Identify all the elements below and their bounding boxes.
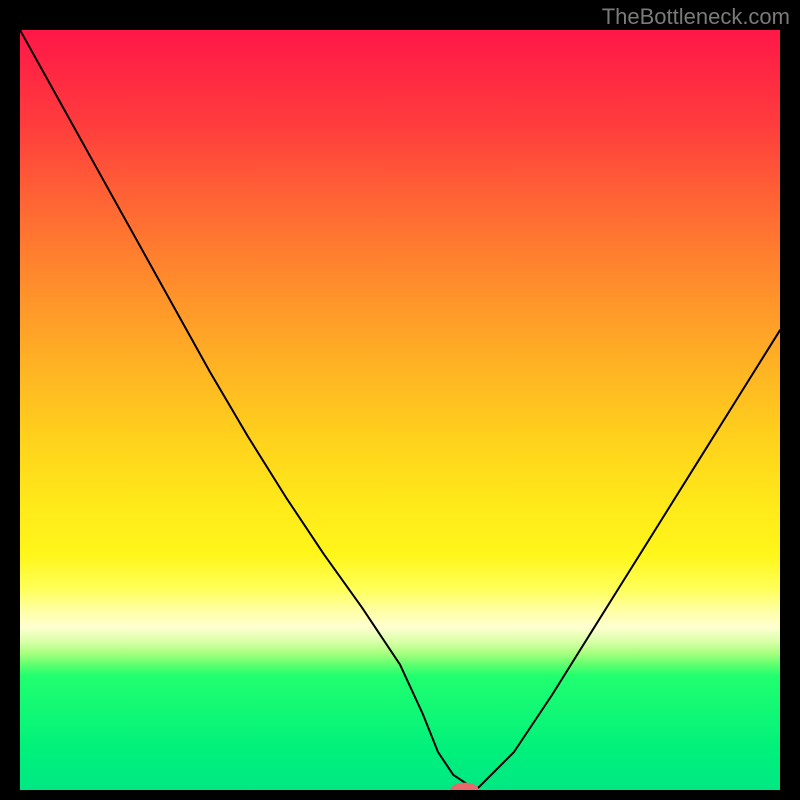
bottleneck-marker	[451, 783, 478, 790]
chart-container: TheBottleneck.com	[0, 0, 800, 800]
chart-svg	[20, 30, 780, 790]
plot-area	[20, 30, 780, 790]
bottleneck-curve	[20, 30, 780, 790]
site-watermark: TheBottleneck.com	[602, 4, 790, 30]
